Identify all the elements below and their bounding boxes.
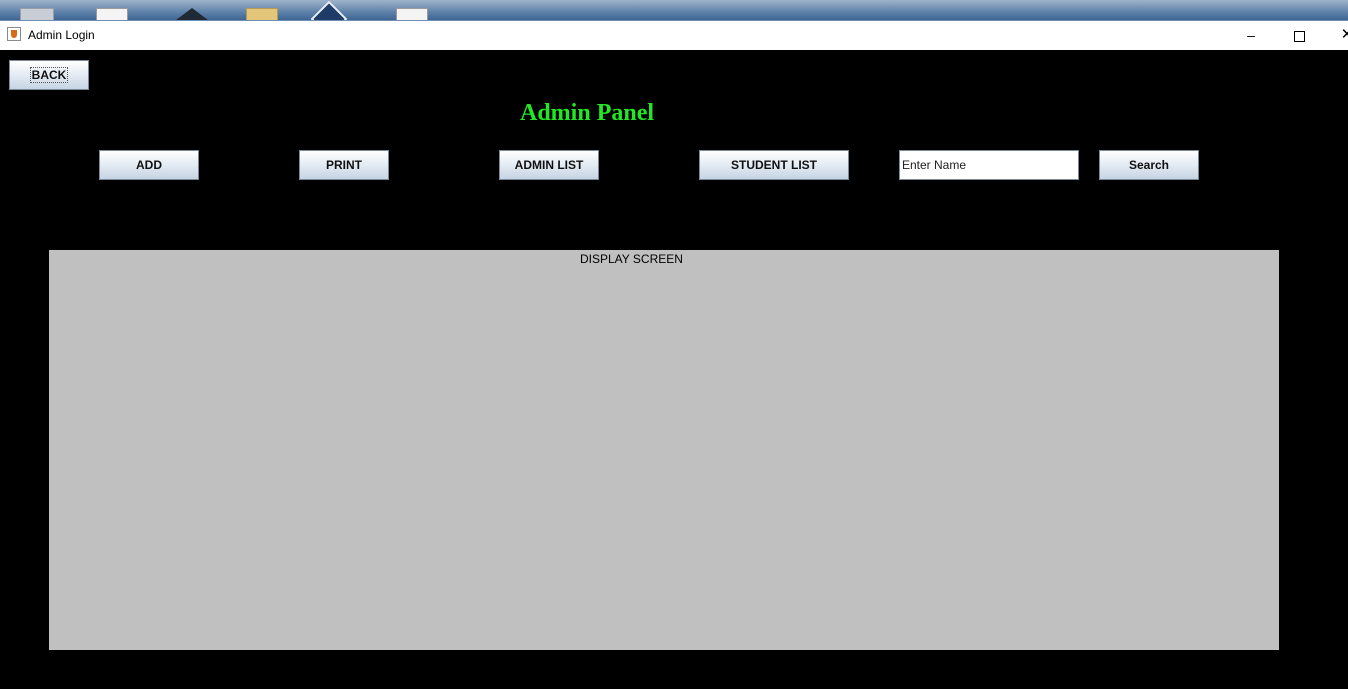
close-icon: ✕ — [1340, 26, 1348, 43]
desktop-app-icon[interactable] — [176, 8, 208, 20]
admin-list-button[interactable]: ADMIN LIST — [499, 150, 599, 180]
name-search-input[interactable] — [899, 150, 1079, 180]
search-button[interactable]: Search — [1099, 150, 1199, 180]
window-title-bar[interactable]: Admin Login – ✕ — [0, 20, 1348, 50]
add-button[interactable]: ADD — [99, 150, 199, 180]
java-app-icon — [7, 27, 21, 41]
minimize-button[interactable]: – — [1228, 21, 1274, 49]
desktop-background — [0, 0, 1348, 20]
maximize-button[interactable] — [1276, 21, 1322, 49]
maximize-icon — [1293, 30, 1305, 42]
desktop-document-icon[interactable] — [396, 8, 428, 20]
display-screen: DISPLAY SCREEN — [49, 250, 1279, 650]
page-title: Admin Panel — [520, 100, 655, 126]
back-button[interactable]: BACK — [9, 60, 89, 90]
admin-panel-window: BACK Admin Panel ADD PRINT ADMIN LIST ST… — [0, 50, 1348, 689]
student-list-button[interactable]: STUDENT LIST — [699, 150, 849, 180]
close-button[interactable]: ✕ — [1324, 21, 1348, 49]
print-button[interactable]: PRINT — [299, 150, 389, 180]
desktop-document-icon[interactable] — [96, 8, 128, 20]
desktop-shortcut-icon[interactable] — [20, 8, 54, 20]
minimize-icon: – — [1247, 27, 1255, 43]
display-screen-label: DISPLAY SCREEN — [580, 252, 683, 266]
desktop-app-icon[interactable] — [310, 0, 348, 20]
window-title: Admin Login — [28, 28, 95, 42]
back-button-label: BACK — [29, 67, 69, 83]
desktop-folder-icon[interactable] — [246, 8, 278, 20]
